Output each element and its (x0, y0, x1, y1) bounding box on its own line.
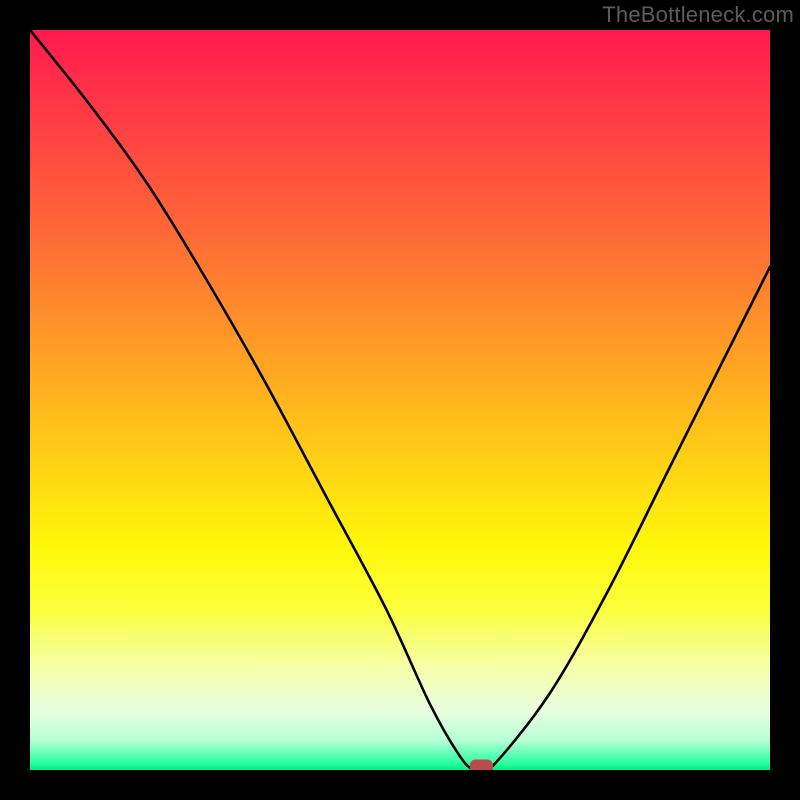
plot-area (30, 30, 770, 770)
chart-frame: TheBottleneck.com (0, 0, 800, 800)
optimal-marker (470, 760, 492, 770)
curve-layer (30, 30, 770, 770)
attribution-label: TheBottleneck.com (602, 2, 794, 28)
bottleneck-curve (30, 30, 770, 770)
